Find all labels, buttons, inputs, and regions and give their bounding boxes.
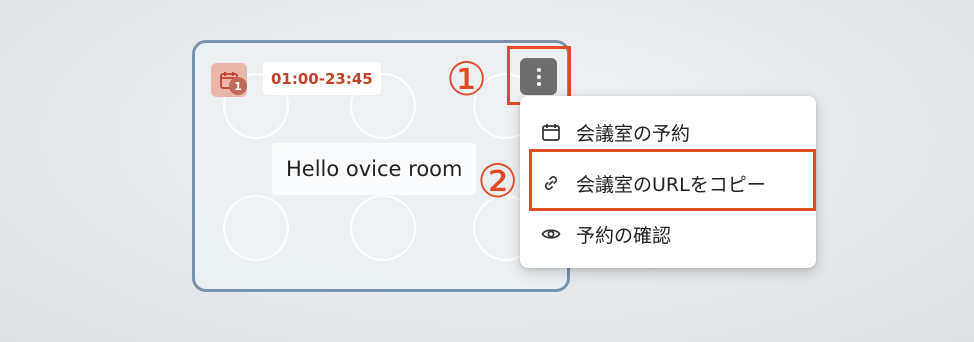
more-vertical-icon-dot (536, 74, 541, 79)
menu-item-label: 予約の確認 (576, 224, 672, 247)
more-vertical-icon (536, 67, 541, 72)
seat-slot (350, 195, 416, 261)
eye-icon (541, 229, 561, 239)
step-2-marker: ② (477, 154, 519, 208)
room-name-label: Hello ovice room (272, 143, 477, 195)
reservation-count-badge: 1 (229, 77, 247, 95)
seat-slot (223, 195, 289, 261)
more-options-button[interactable] (520, 58, 557, 95)
step-1-marker: ① (446, 52, 488, 106)
calendar-icon (542, 124, 560, 141)
menu-item-label: 会議室の予約 (576, 122, 691, 145)
room-time-range: 01:00-23:45 (263, 62, 381, 95)
copy-url-highlight-box (529, 149, 816, 211)
menu-item-check-reservation[interactable]: 予約の確認 (520, 208, 816, 260)
more-vertical-icon-dot (536, 81, 541, 86)
